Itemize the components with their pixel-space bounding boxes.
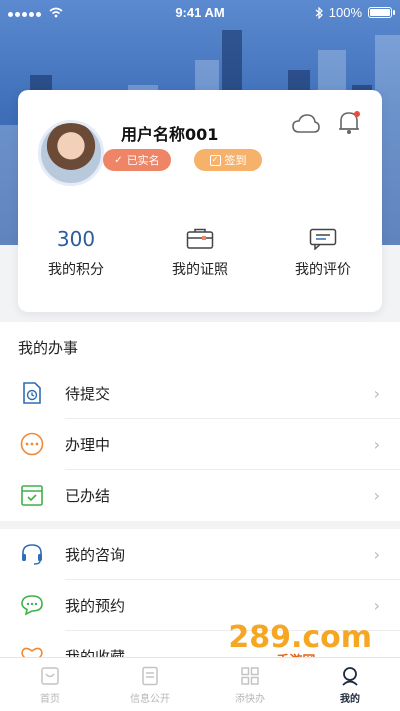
points-label: 我的积分	[48, 262, 104, 278]
list-item-label: 我的咨询	[65, 546, 126, 564]
headset-icon	[22, 544, 42, 565]
calendar-check-icon	[21, 485, 43, 506]
chevron-right-icon: ›	[373, 435, 380, 454]
list-item-consultation[interactable]: 我的咨询 ›	[0, 529, 400, 580]
heart-icon	[21, 647, 43, 657]
chat-icon	[21, 595, 43, 616]
points-stat[interactable]: 300 我的积分	[21, 225, 131, 279]
reviews-stat[interactable]: 我的评价	[268, 225, 378, 279]
list-item-label: 我的预约	[65, 597, 126, 615]
home-icon	[41, 667, 59, 685]
tab-bar: 首页 信息公开 添快办 我的	[0, 657, 400, 711]
bluetooth-icon	[315, 6, 323, 19]
sign-in-label: 签到	[224, 154, 247, 167]
certificates-stat[interactable]: 我的证照	[145, 225, 255, 279]
list-item-label: 待提交	[65, 385, 111, 403]
tab-info[interactable]: 信息公开	[100, 658, 200, 711]
username: 用户名称001	[121, 125, 219, 144]
chevron-right-icon: ›	[373, 596, 380, 615]
document-icon	[142, 666, 158, 686]
verified-badge: ✓ 已实名	[103, 149, 171, 171]
chevron-right-icon: ›	[373, 384, 380, 403]
tab-label: 首页	[40, 694, 60, 705]
tab-mine[interactable]: 我的	[300, 658, 400, 711]
comment-icon	[309, 228, 337, 250]
clock-document-icon	[23, 382, 41, 404]
battery-icon	[368, 7, 395, 18]
certificates-label: 我的证照	[172, 262, 228, 278]
check-box-icon: ✓	[209, 154, 221, 166]
tab-quick[interactable]: 添快办	[200, 658, 300, 711]
chevron-right-icon: ›	[373, 545, 380, 564]
user-icon	[342, 667, 358, 686]
points-value: 300	[56, 227, 96, 251]
cloud-icon[interactable]	[291, 112, 321, 136]
list-item-processing[interactable]: 办理中 ›	[0, 419, 400, 470]
more-circle-icon	[20, 432, 44, 456]
verified-label: 已实名	[126, 154, 160, 167]
tab-label: 我的	[340, 694, 360, 705]
grid-icon	[241, 667, 259, 685]
wallet-icon	[186, 228, 214, 249]
tab-label: 信息公开	[130, 694, 170, 705]
reviews-label: 我的评价	[295, 262, 351, 278]
list-item-label: 已办结	[65, 487, 111, 505]
watermark-logo: 289.com 手游网	[228, 620, 372, 669]
bell-icon[interactable]	[336, 108, 362, 136]
list-item-completed[interactable]: 已办结 ›	[0, 470, 400, 521]
tab-home[interactable]: 首页	[0, 658, 100, 711]
my-affairs-title: 我的办事	[18, 339, 79, 357]
list-item-label: 我的收藏	[65, 648, 126, 657]
tab-label: 添快办	[235, 694, 265, 705]
sign-in-button[interactable]: ✓ 签到	[194, 149, 262, 171]
status-bar: 9:41 AM 100%	[0, 0, 400, 26]
checkmark-icon: ✓	[114, 154, 123, 166]
chevron-right-icon: ›	[373, 486, 380, 505]
avatar[interactable]	[38, 120, 104, 186]
profile-card: 用户名称001 ✓ 已实名 ✓ 签到 300 我的积分 我的证照 我的评价	[18, 90, 382, 312]
list-item-pending[interactable]: 待提交 ›	[0, 368, 400, 419]
battery-percent: 100%	[328, 5, 362, 20]
my-affairs-list: 待提交 › 办理中 › 已办结 ›	[0, 368, 400, 521]
list-item-label: 办理中	[65, 436, 111, 454]
